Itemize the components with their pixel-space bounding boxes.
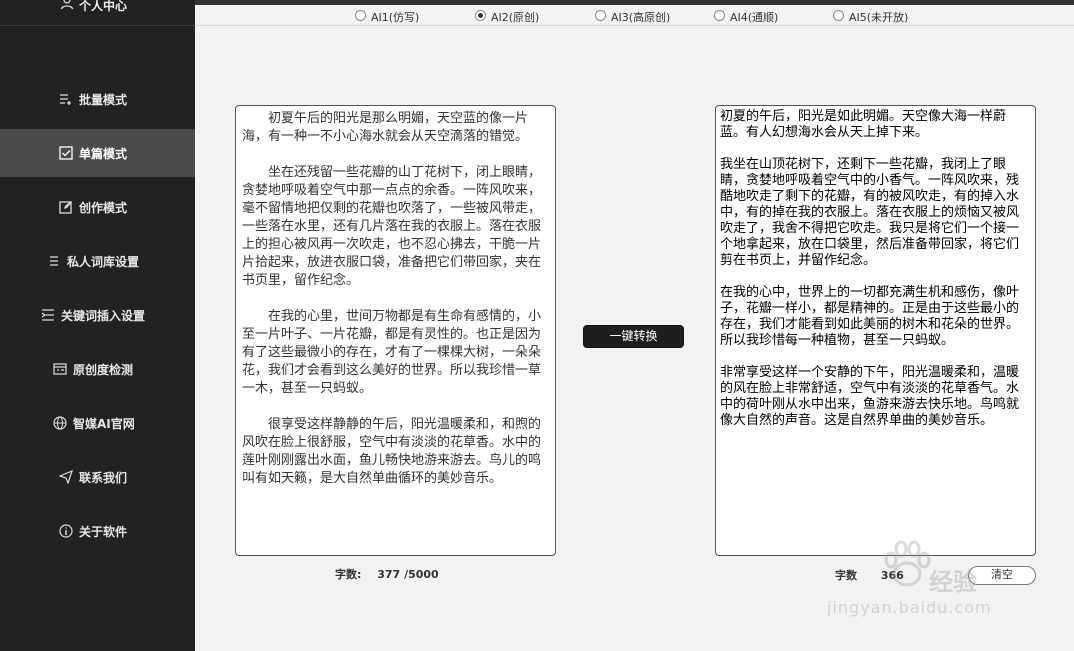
send-icon: [59, 470, 73, 484]
sidebar-item-label: 创作模式: [79, 201, 128, 215]
radio-checked-icon: [475, 10, 486, 21]
globe-icon: [53, 416, 67, 430]
sidebar-user-center-label: 个人中心: [79, 0, 128, 13]
sidebar-item-label: 关于软件: [79, 525, 128, 539]
result-count-value: 366: [880, 569, 904, 582]
result-paragraph: 在我的心中，世界上的一切都充满生机和感伤，像叶子，花瓣一样小，都是精神的。正是由…: [720, 285, 1020, 348]
sidebar-item-label: 单篇模式: [79, 147, 128, 161]
sidebar-item-official-site[interactable]: 智媒AI官网: [0, 399, 195, 447]
list-add-icon: [60, 94, 71, 105]
sidebar-item-label: 原创度检测: [73, 363, 134, 377]
source-count-value: 377: [377, 568, 401, 581]
source-paragraph: 在我的心里，世间万物都是有生命有感情的，小至一片叶子、一片花瓣，都是有灵性的。也…: [242, 309, 542, 396]
result-paragraph: 我坐在山顶花树下，还剩下一些花瓣，我闭上了眼睛，贪婪地呼吸着空气中的小香气。一阵…: [720, 157, 1020, 268]
sidebar-item-keyword-insert[interactable]: 关键词插入设置: [0, 291, 195, 339]
sidebar-item-batch-mode[interactable]: 批量模式: [0, 75, 195, 123]
sidebar-user-center[interactable]: 个人中心: [0, 0, 195, 26]
sidebar-item-label: 私人词库设置: [67, 255, 140, 269]
sidebar-item-originality-check[interactable]: 原创度检测: [0, 345, 195, 393]
result-paragraph: 初夏的午后，阳光是如此明媚。天空像大海一样蔚蓝。有人幻想海水会从天上掉下来。: [720, 109, 1007, 140]
sidebar: 个人中心 批量模式 单篇模式 创作模式 私人词库设置 关键词插入设置 原创度检测…: [0, 0, 195, 651]
source-count-label: 字数:: [335, 568, 362, 581]
info-icon: [59, 524, 73, 538]
check-square-icon: [59, 146, 73, 160]
sidebar-item-label: 批量模式: [79, 93, 128, 107]
result-word-count: 字数 366: [835, 567, 904, 583]
source-word-count: 字数: 377 /5000: [335, 566, 439, 582]
result-count-label: 字数: [835, 569, 857, 582]
edit-icon: [59, 201, 72, 214]
clear-button[interactable]: 清空: [968, 566, 1036, 585]
sidebar-item-create-mode[interactable]: 创作模式: [0, 183, 195, 231]
mode-radio-group: AI1(仿写) AI2(原创) AI3(高原创) AI4(通顺) AI5(未开放…: [195, 5, 1074, 26]
sidebar-item-contact-us[interactable]: 联系我们: [0, 453, 195, 501]
list-icon: [50, 256, 58, 266]
convert-button[interactable]: 一键转换: [583, 325, 684, 348]
source-paragraph: 很享受这样静静的午后，阳光温暖柔和，和煦的风吹在脸上很舒服，空气中有淡淡的花草香…: [242, 417, 542, 486]
user-icon: [60, 0, 74, 10]
watermark-url: jingyan.baidu.com: [827, 598, 992, 617]
insert-icon: [41, 309, 54, 321]
radio-icon: [355, 10, 366, 21]
sidebar-item-private-lexicon[interactable]: 私人词库设置: [0, 237, 195, 285]
sidebar-item-label: 联系我们: [79, 471, 128, 485]
source-count-max: /5000: [404, 568, 439, 581]
source-paragraph: 初夏午后的阳光是那么明媚，天空蓝的像一片海，有一种一不小心海水就会从天空滴落的错…: [242, 111, 529, 144]
radio-icon: [595, 10, 606, 21]
radio-icon: [833, 10, 844, 21]
sidebar-item-label: 关键词插入设置: [61, 309, 146, 323]
sidebar-item-single-mode[interactable]: 单篇模式: [0, 129, 195, 177]
source-paragraph: 坐在还残留一些花瓣的山丁花树下，闭上眼睛，贪婪地呼吸着空气中那一点点的余香。一阵…: [242, 165, 542, 288]
sidebar-item-label: 智媒AI官网: [73, 417, 135, 431]
detect-icon: [53, 363, 67, 375]
sidebar-item-about[interactable]: 关于软件: [0, 507, 195, 555]
radio-icon: [714, 10, 725, 21]
result-paragraph: 非常享受这样一个安静的下午，阳光温暖柔和，温暖的风在脸上非常舒适，空气中有淡淡的…: [720, 365, 1020, 428]
result-text-area[interactable]: 初夏的午后，阳光是如此明媚。天空像大海一样蔚蓝。有人幻想海水会从天上掉下来。 我…: [715, 105, 1036, 556]
source-text-area[interactable]: 初夏午后的阳光是那么明媚，天空蓝的像一片海，有一种一不小心海水就会从天空滴落的错…: [235, 105, 556, 556]
